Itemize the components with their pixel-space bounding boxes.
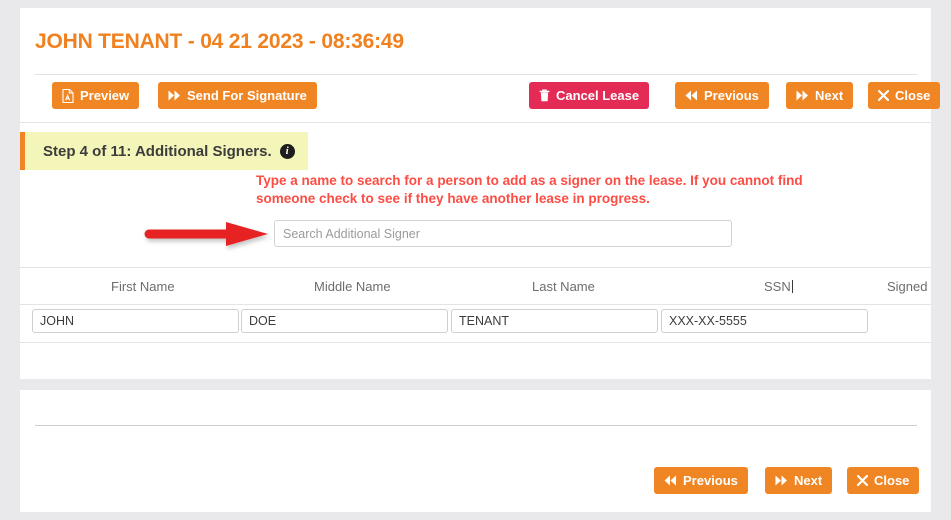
pdf-file-icon <box>62 88 74 103</box>
last-name-field[interactable] <box>451 309 658 333</box>
step-label-box: Step 4 of 11: Additional Signers. i <box>25 132 308 170</box>
trash-icon <box>539 89 550 102</box>
close-button-bottom[interactable]: Close <box>847 467 920 494</box>
next-button-bottom[interactable]: Next <box>765 467 833 494</box>
close-button-bottom-label: Close <box>874 473 910 488</box>
close-button-top[interactable]: Close <box>868 82 941 109</box>
table-header-divider <box>20 304 931 305</box>
double-chevron-right-icon <box>775 475 788 486</box>
double-chevron-left-icon <box>685 90 698 101</box>
step-banner: Step 4 of 11: Additional Signers. i <box>20 132 308 170</box>
instruction-text: Type a name to search for a person to ad… <box>256 173 803 206</box>
ssn-field[interactable] <box>661 309 868 333</box>
table-top-divider <box>20 267 931 268</box>
double-chevron-right-icon <box>796 90 809 101</box>
search-additional-signer-input[interactable] <box>274 220 732 247</box>
send-for-signature-button[interactable]: Send For Signature <box>158 82 317 109</box>
close-x-icon <box>878 90 889 101</box>
page-title: JOHN TENANT - 04 21 2023 - 08:36:49 <box>35 30 404 53</box>
previous-button-bottom-label: Previous <box>683 473 738 488</box>
next-button-top[interactable]: Next <box>786 82 854 109</box>
preview-button[interactable]: Preview <box>52 82 140 109</box>
double-chevron-right-icon <box>168 90 181 101</box>
footer-divider <box>35 425 917 426</box>
info-circle-icon[interactable]: i <box>279 143 295 159</box>
double-chevron-left-icon <box>664 475 677 486</box>
top-toolbar: Preview Send For Signature Cancel Lease <box>20 82 941 116</box>
send-for-signature-button-label: Send For Signature <box>187 88 307 103</box>
column-header-ssn-text: SSN <box>764 279 791 294</box>
cancel-lease-button[interactable]: Cancel Lease <box>529 82 650 109</box>
previous-button-top[interactable]: Previous <box>675 82 769 109</box>
next-button-bottom-label: Next <box>794 473 823 488</box>
close-button-top-label: Close <box>895 88 931 103</box>
first-name-field[interactable] <box>32 309 239 333</box>
preview-button-label: Preview <box>80 88 130 103</box>
right-arrow-annotation-icon <box>142 216 274 252</box>
column-header-first-name: First Name <box>111 279 175 294</box>
close-x-icon <box>857 475 868 486</box>
column-header-signed: Signed <box>887 279 928 294</box>
column-header-ssn: SSN <box>764 279 793 294</box>
previous-button-top-label: Previous <box>704 88 759 103</box>
text-cursor <box>791 280 793 293</box>
signers-panel: JOHN TENANT - 04 21 2023 - 08:36:49 Prev… <box>20 8 941 379</box>
table-bottom-divider <box>20 342 931 343</box>
middle-name-field[interactable] <box>241 309 448 333</box>
next-button-top-label: Next <box>815 88 844 103</box>
cancel-lease-button-label: Cancel Lease <box>556 88 640 103</box>
step-label-text: Step 4 of 11: Additional Signers. <box>43 142 272 160</box>
column-header-last-name: Last Name <box>532 279 595 294</box>
column-header-middle-name: Middle Name <box>314 279 391 294</box>
footer-panel: Previous Next Close <box>20 390 931 512</box>
toolbar-divider <box>20 122 931 123</box>
title-divider <box>35 74 917 75</box>
previous-button-bottom[interactable]: Previous <box>654 467 748 494</box>
